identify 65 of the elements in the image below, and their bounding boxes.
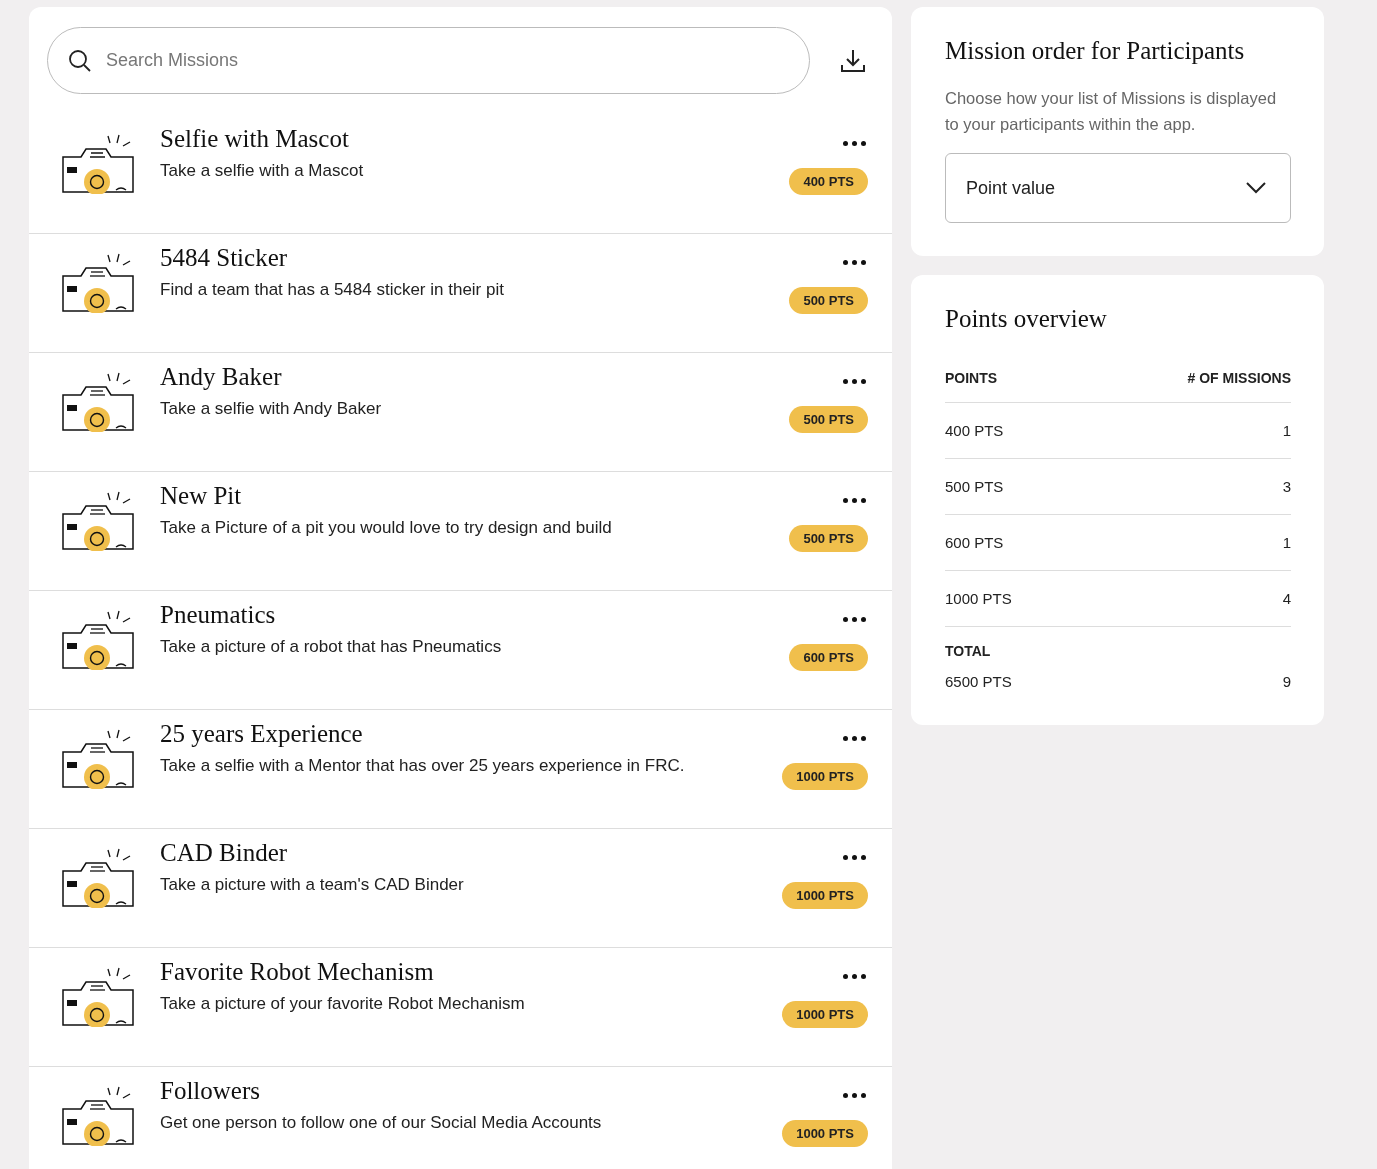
table-cell: 6500 PTS	[945, 673, 1012, 690]
mission-description: Find a team that has a 5484 sticker in their pit	[160, 280, 505, 300]
points-badge: 500 PTS	[789, 525, 868, 552]
mission-description: Take a picture of your favorite Robot Mechanism	[160, 994, 526, 1014]
camera-icon	[62, 848, 134, 908]
points-badge: 1000 PTS	[782, 882, 868, 909]
table-cell: 1	[1282, 422, 1291, 439]
points-badge: 1000 PTS	[782, 763, 868, 790]
mission-title: 5484 Sticker	[160, 244, 289, 272]
camera-icon	[62, 253, 134, 313]
table-cell: 500 PTS	[945, 478, 1004, 495]
card-title: Mission order for Participants	[945, 37, 1246, 65]
mission-title: Favorite Robot Mechanism	[160, 958, 435, 986]
card-title: Points overview	[945, 305, 1108, 333]
mission-row[interactable]: Followers Get one person to follow one of our Social Media Accounts 1000 PTS	[29, 1067, 892, 1169]
camera-icon	[62, 372, 134, 432]
points-badge: 400 PTS	[789, 168, 868, 195]
table-cell: 400 PTS	[945, 422, 1004, 439]
column-header: POINTS	[945, 369, 998, 386]
mission-description: Take a Picture of a pit you would love to try design and build	[160, 518, 613, 538]
mission-title: Followers	[160, 1077, 261, 1105]
table-cell: 9	[1282, 673, 1291, 690]
mission-description: Take a selfie with a Mentor that has over 25 years experience in FRC.	[160, 756, 686, 776]
points-badge: 600 PTS	[789, 644, 868, 671]
table-cell: 1	[1282, 534, 1291, 551]
camera-icon	[62, 1086, 134, 1146]
mission-description: Take a selfie with a Mascot	[160, 161, 365, 181]
table-cell: 4	[1282, 590, 1291, 607]
mission-title: 25 years Experience	[160, 720, 364, 748]
mission-description: Take a picture of a robot that has Pneumatics	[160, 637, 503, 657]
mission-title: New Pit	[160, 482, 243, 510]
table-cell: 3	[1282, 478, 1291, 495]
search-icon	[68, 48, 92, 73]
points-badge: 500 PTS	[789, 406, 868, 433]
table-cell: 600 PTS	[945, 534, 1004, 551]
mission-row[interactable]: Andy Baker Take a selfie with Andy Baker 500 PTS	[29, 353, 892, 472]
card-description: Choose how your list of Missions is displayed to your participants within the app.	[945, 88, 1278, 135]
mission-row[interactable]: Favorite Robot Mechanism Take a picture of your favorite Robot Mechanism 1000 PTS	[29, 948, 892, 1067]
points-badge: 1000 PTS	[782, 1001, 868, 1028]
camera-icon	[62, 491, 134, 551]
mission-row[interactable]: Selfie with Mascot Take a selfie with a Mascot 400 PTS	[29, 115, 892, 234]
mission-description: Take a selfie with Andy Baker	[160, 399, 383, 419]
mission-description: Take a picture with a team's CAD Binder	[160, 875, 465, 895]
mission-row[interactable]: New Pit Take a Picture of a pit you would love to try design and build 500 PTS	[29, 472, 892, 591]
chevron-down-icon	[1246, 182, 1266, 194]
download-icon[interactable]	[840, 47, 866, 74]
camera-icon	[62, 134, 134, 194]
mission-title: Pneumatics	[160, 601, 277, 629]
camera-icon	[62, 610, 134, 670]
mission-description: Get one person to follow one of our Social Media Accounts	[160, 1113, 603, 1133]
mission-row[interactable]: Pneumatics Take a picture of a robot that has Pneumatics 600 PTS	[29, 591, 892, 710]
points-badge: 500 PTS	[789, 287, 868, 314]
mission-title: Andy Baker	[160, 363, 283, 391]
order-dropdown[interactable]: Point value	[945, 153, 1291, 223]
table-cell: 1000 PTS	[945, 590, 1012, 607]
mission-row[interactable]: 5484 Sticker Find a team that has a 5484 sticker in their pit 500 PTS	[29, 234, 892, 353]
camera-icon	[62, 729, 134, 789]
mission-title: CAD Binder	[160, 839, 289, 867]
points-badge: 1000 PTS	[782, 1120, 868, 1147]
total-label: TOTAL	[945, 642, 992, 659]
mission-row[interactable]: 25 years Experience Take a selfie with a Mentor that has over 25 years experience in FRC. 1000 PTS	[29, 710, 892, 829]
mission-row[interactable]: CAD Binder Take a picture with a team's CAD Binder 1000 PTS	[29, 829, 892, 948]
camera-icon	[62, 967, 134, 1027]
column-header: # OF MISSIONS	[1187, 369, 1291, 386]
mission-title: Selfie with Mascot	[160, 125, 350, 153]
